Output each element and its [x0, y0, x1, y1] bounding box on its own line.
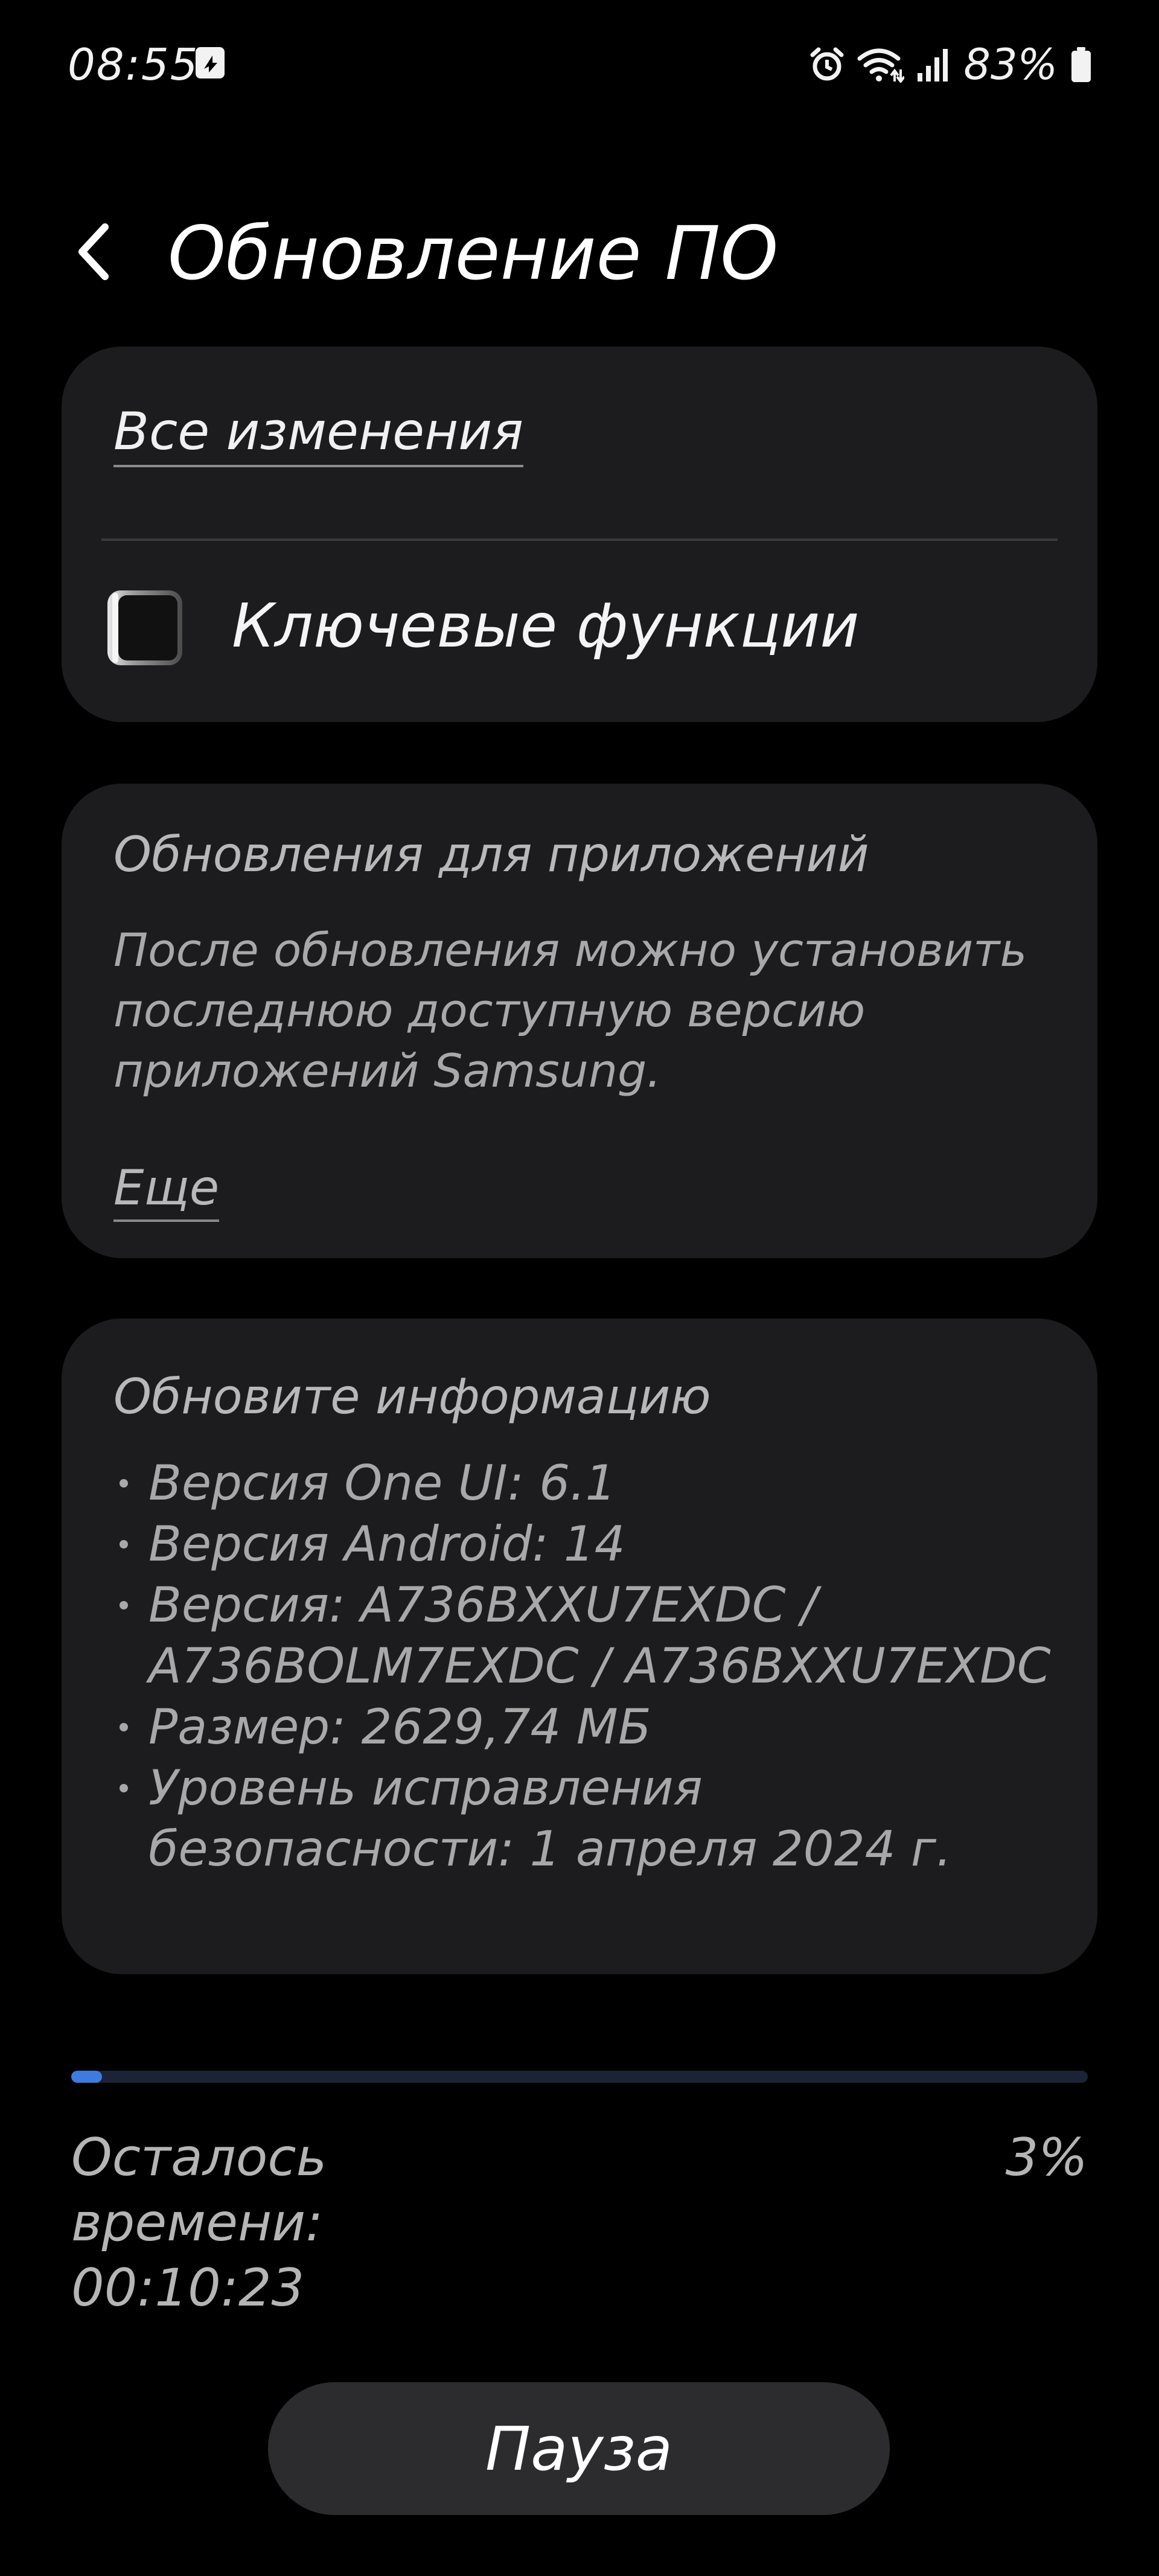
key-features-item[interactable]: Ключевые функции	[232, 587, 859, 665]
battery-percent: 83%	[963, 40, 1058, 89]
app-updates-heading: Обновления для приложений	[113, 826, 869, 883]
app-updates-card: Обновления для приложений После обновлен…	[62, 784, 1097, 1258]
app-updates-description: После обновления можно установить послед…	[113, 923, 1027, 1098]
more-link[interactable]: Еще	[113, 1157, 220, 1222]
update-info-heading: Обновите информацию	[113, 1369, 711, 1425]
changes-card: Все изменения Ключевые функции	[62, 347, 1097, 722]
pause-button[interactable]: Пауза	[268, 2382, 890, 2515]
battery-icon	[1071, 47, 1091, 82]
wifi-icon	[857, 48, 905, 83]
all-changes-link[interactable]: Все изменения	[113, 398, 523, 467]
alarm-icon	[810, 47, 844, 81]
info-item-android: Версия Android: 14	[113, 1513, 1067, 1574]
back-chevron-icon[interactable]	[71, 219, 120, 285]
info-item-security-patch: Уровень исправления безопасности: 1 апре…	[113, 1757, 1067, 1879]
time-remaining-value: 00:10:23	[71, 2258, 305, 2318]
status-time: 08:55	[68, 39, 199, 90]
time-remaining-label: Осталось времени:	[71, 2127, 327, 2253]
status-icons: 83%	[809, 37, 1093, 92]
progress-percent: 3%	[1005, 2127, 1088, 2188]
update-info-list: Версия One UI: 6.1 Версия Android: 14 Ве…	[113, 1453, 1067, 1879]
notification-icon	[196, 47, 225, 78]
info-item-oneui: Версия One UI: 6.1	[113, 1453, 1067, 1513]
info-item-version: Версия: A736BXXU7EXDC / A736BOLM7EXDC / …	[113, 1574, 1067, 1696]
page-title: Обновление ПО	[168, 211, 779, 296]
download-progress-fill	[71, 2071, 102, 2083]
update-info-card: Обновите информацию Версия One UI: 6.1 В…	[62, 1318, 1097, 1974]
signal-icon	[918, 49, 948, 81]
info-item-size: Размер: 2629,74 МБ	[113, 1696, 1067, 1757]
phone-icon	[107, 590, 182, 665]
download-progress-bar	[71, 2071, 1088, 2083]
divider	[101, 539, 1058, 541]
